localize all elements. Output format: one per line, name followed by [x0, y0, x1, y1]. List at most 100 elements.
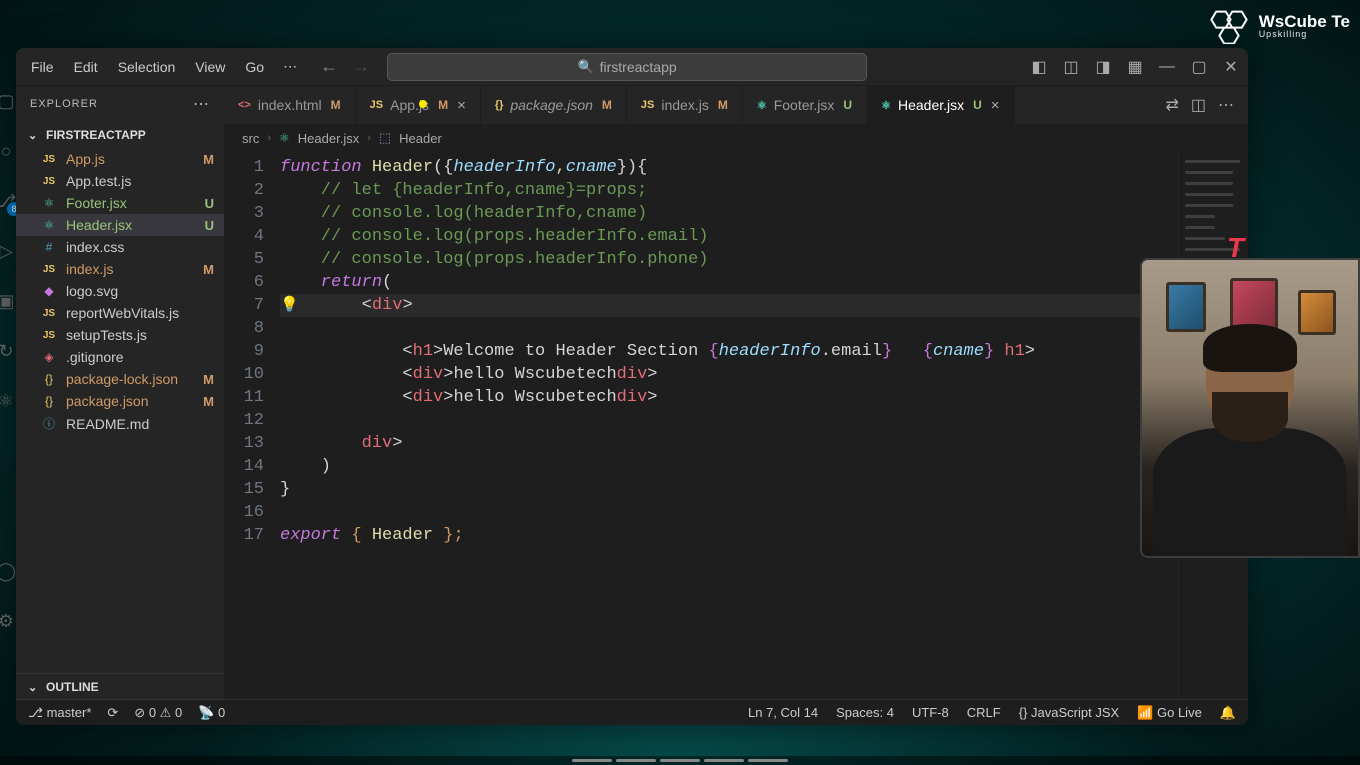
settings-gear-icon[interactable]: ⚙ [0, 610, 17, 632]
close-icon[interactable]: ✕ [1220, 56, 1242, 78]
git-status: M [718, 98, 728, 112]
editor-tab[interactable]: <>index.htmlM [224, 86, 356, 124]
outline-header[interactable]: ⌄ OUTLINE [16, 673, 224, 700]
nav-back-icon[interactable]: ← [317, 55, 341, 79]
editor-tab[interactable]: ⚛Header.jsxU× [867, 86, 1014, 124]
chevron-down-icon: ⌄ [28, 681, 40, 694]
cursor-indicator [419, 100, 427, 108]
editor-tab[interactable]: JSindex.jsM [627, 86, 743, 124]
menu-view[interactable]: View [186, 55, 234, 79]
layout-customize-icon[interactable]: ▦ [1124, 56, 1146, 78]
os-taskbar[interactable] [0, 756, 1360, 765]
menu-selection[interactable]: Selection [109, 55, 185, 79]
split-editor-icon[interactable]: ◫ [1191, 95, 1206, 115]
nav-forward-icon[interactable]: → [349, 55, 373, 79]
language-mode[interactable]: {} JavaScript JSX [1019, 705, 1119, 720]
chevron-right-icon: › [367, 132, 371, 144]
file-row[interactable]: ⓘREADME.md [16, 412, 224, 435]
close-tab-icon[interactable]: × [457, 97, 466, 114]
explorer-sidebar: EXPLORER ⋯ ⌄ FIRSTREACTAPP JS App.js M JSAp… [16, 86, 224, 725]
file-row[interactable]: JSsetupTests.js [16, 324, 224, 346]
file-row[interactable]: ◈.gitignore [16, 346, 224, 368]
editor-tab[interactable]: ⚛Footer.jsxU [743, 86, 867, 124]
folder-name: FIRSTREACTAPP [46, 128, 146, 142]
editor-tab[interactable]: {}package.jsonM [481, 86, 627, 124]
maximize-icon[interactable]: ▢ [1188, 56, 1210, 78]
file-row[interactable]: JSApp.test.js [16, 170, 224, 192]
menu-bar: File Edit Selection View Go ⋯ ← → 🔍 firs… [16, 48, 1248, 86]
git-status: M [203, 152, 214, 167]
files-icon[interactable]: ▢ [0, 90, 17, 112]
layout-sidebar-left-icon[interactable]: ◧ [1028, 56, 1050, 78]
command-center[interactable]: 🔍 firstreactapp [387, 53, 867, 81]
file-name: index.js [66, 261, 195, 277]
extensions-icon[interactable]: ▣ [0, 290, 17, 312]
breadcrumb[interactable]: src › ⚛ Header.jsx › ⬚ Header [224, 124, 1248, 152]
file-name: App.js [66, 151, 195, 167]
file-row[interactable]: #index.css [16, 236, 224, 258]
file-row[interactable]: ⚛Footer.jsxU [16, 192, 224, 214]
menu-go[interactable]: Go [236, 55, 273, 79]
file-icon: <> [238, 99, 251, 111]
layout-panel-icon[interactable]: ◫ [1060, 56, 1082, 78]
search-icon[interactable]: ○ [0, 140, 17, 162]
debug-icon[interactable]: ▷ [0, 240, 17, 262]
file-row[interactable]: ◆logo.svg [16, 280, 224, 302]
problems-indicator[interactable]: ⊘ 0 ⚠ 0 [134, 705, 182, 721]
symbol-icon: ⬚ [379, 130, 391, 146]
file-icon: {} [40, 394, 58, 408]
file-icon: {} [40, 372, 58, 386]
indentation[interactable]: Spaces: 4 [836, 705, 894, 720]
file-icon: JS [370, 99, 383, 111]
git-status: U [205, 218, 214, 233]
branch-indicator[interactable]: ⎇ master* [28, 705, 91, 721]
go-live-button[interactable]: 📶 Go Live [1137, 705, 1202, 721]
account-icon[interactable]: ◯ [0, 560, 17, 582]
file-name: Header.jsx [66, 217, 197, 233]
compare-icon[interactable]: ⇄ [1165, 95, 1178, 115]
watermark-brand: WsCube Te [1259, 13, 1350, 30]
file-row[interactable]: JSindex.jsM [16, 258, 224, 280]
menu-edit[interactable]: Edit [65, 55, 107, 79]
sync-icon[interactable]: ⟳ [107, 705, 118, 721]
react-devtools-icon[interactable]: ⚛ [0, 390, 17, 412]
scm-icon[interactable]: ⎇8 [0, 190, 17, 212]
code-content[interactable]: function Header({headerInfo,cname}){ // … [280, 152, 1248, 725]
file-icon: ⚛ [757, 99, 767, 112]
breadcrumb-part: src [242, 131, 259, 146]
lightbulb-icon[interactable]: 💡 [280, 294, 299, 317]
editor-tabs: <>index.htmlMJSApp.jsM×{}package.jsonMJS… [224, 86, 1248, 124]
git-status: M [203, 394, 214, 409]
file-row[interactable]: JSreportWebVitals.js [16, 302, 224, 324]
ports-indicator[interactable]: 📡 0 [198, 705, 225, 721]
search-text: firstreactapp [600, 59, 677, 75]
chevron-right-icon: › [267, 132, 271, 144]
refresh-icon[interactable]: ↻ [0, 340, 17, 362]
explorer-title: EXPLORER [30, 98, 98, 110]
file-icon: ◆ [40, 284, 58, 298]
file-name: Footer.jsx [66, 195, 197, 211]
cursor-position[interactable]: Ln 7, Col 14 [748, 705, 818, 720]
explorer-more-icon[interactable]: ⋯ [193, 94, 210, 114]
git-status: U [205, 196, 214, 211]
file-row[interactable]: JS App.js M [16, 148, 224, 170]
notifications-icon[interactable]: 🔔 [1220, 705, 1236, 721]
file-row[interactable]: {}package.jsonM [16, 390, 224, 412]
file-name: index.css [66, 239, 214, 255]
react-file-icon: ⚛ [279, 131, 290, 145]
encoding[interactable]: UTF-8 [912, 705, 949, 720]
close-tab-icon[interactable]: × [991, 97, 1000, 114]
file-row[interactable]: {}package-lock.jsonM [16, 368, 224, 390]
minimize-icon[interactable]: — [1156, 56, 1178, 78]
menu-file[interactable]: File [22, 55, 63, 79]
menu-more-icon[interactable]: ⋯ [275, 54, 305, 79]
vscode-window: File Edit Selection View Go ⋯ ← → 🔍 firs… [16, 48, 1248, 725]
file-row[interactable]: ⚛Header.jsxU [16, 214, 224, 236]
eol[interactable]: CRLF [967, 705, 1001, 720]
more-actions-icon[interactable]: ⋯ [1218, 95, 1234, 115]
file-icon: JS [40, 154, 58, 165]
code-editor[interactable]: 1234567891011121314151617 function Heade… [224, 152, 1248, 725]
layout-sidebar-right-icon[interactable]: ◨ [1092, 56, 1114, 78]
folder-header[interactable]: ⌄ FIRSTREACTAPP [16, 122, 224, 148]
overlay-letter: T [1227, 232, 1244, 264]
